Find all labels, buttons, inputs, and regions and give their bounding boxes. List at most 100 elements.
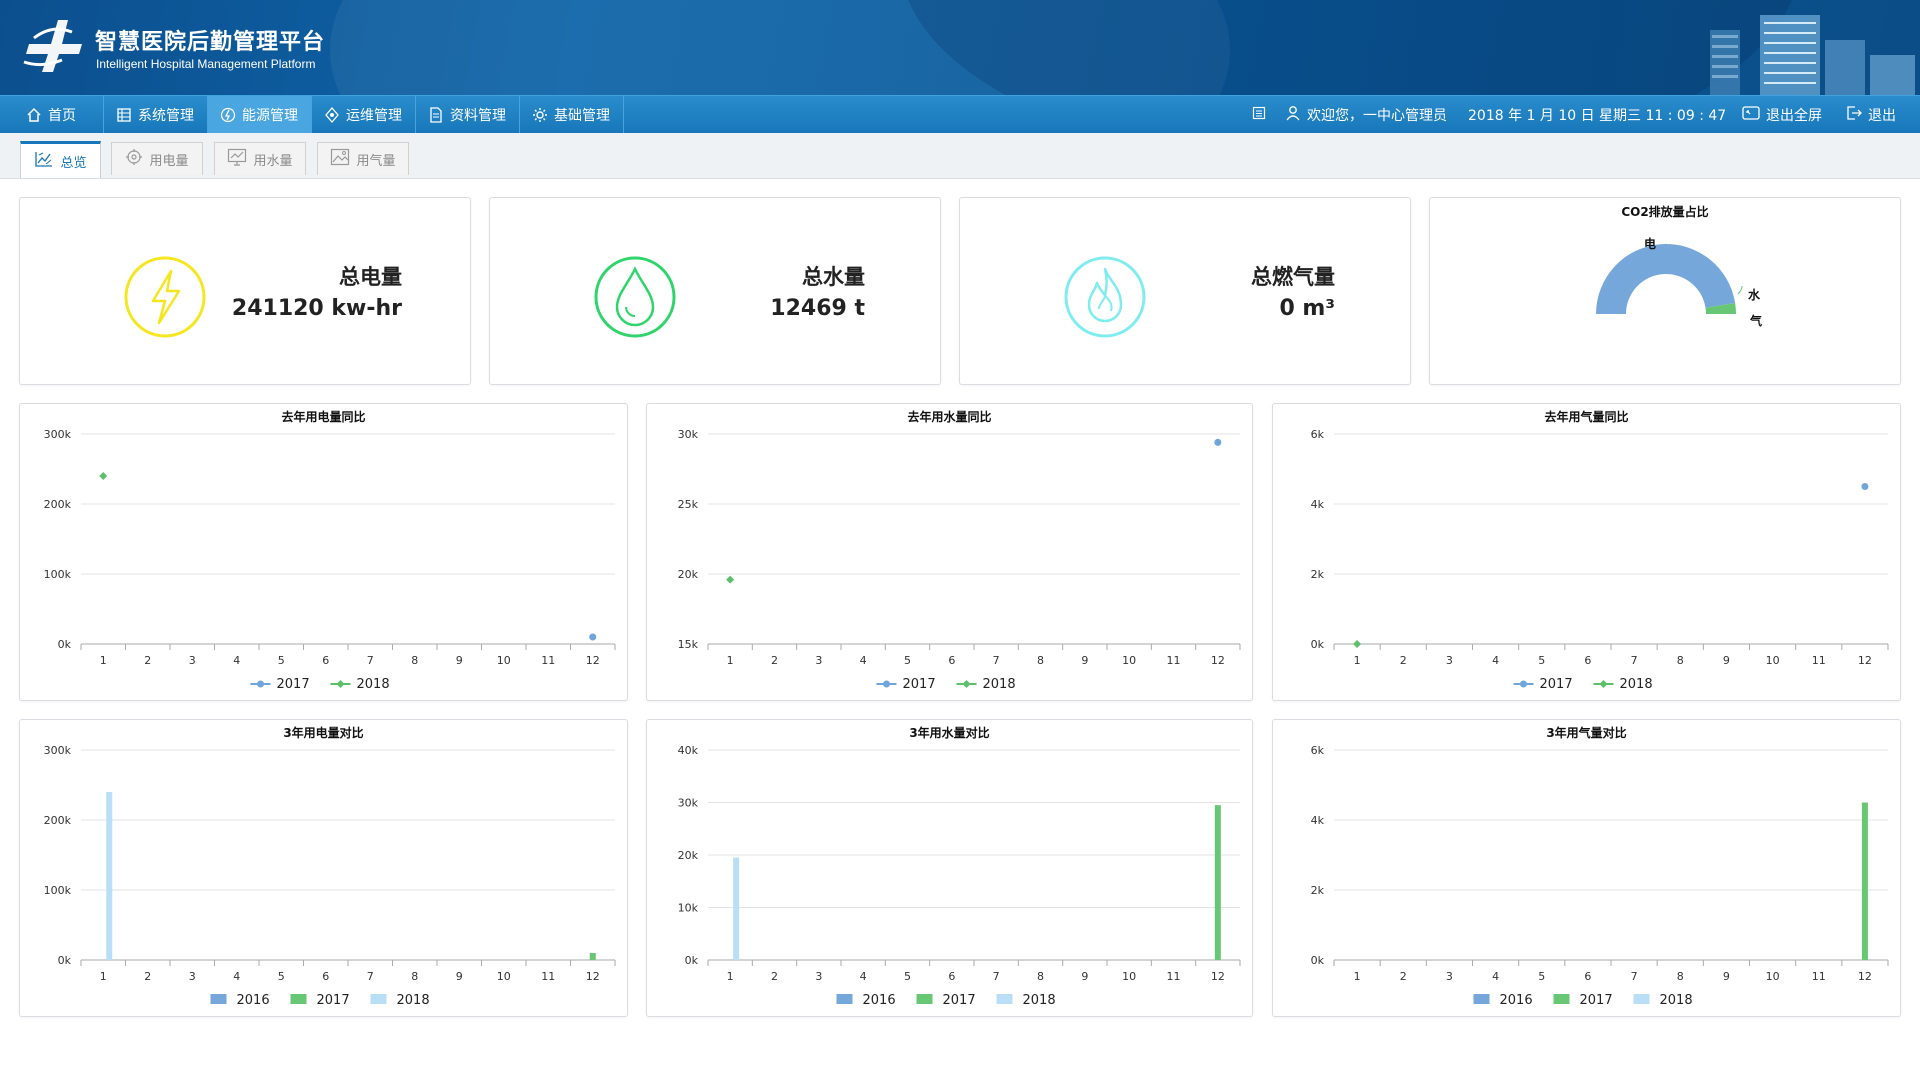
exit-fullscreen-label: 退出全屏 xyxy=(1766,108,1822,124)
kpi-label: 总燃气量 xyxy=(1251,265,1335,289)
notes-icon xyxy=(1252,106,1266,124)
nav-item-maintenance[interactable]: 运维管理 xyxy=(312,96,416,134)
nav-item-energy[interactable]: 能源管理 xyxy=(208,96,312,134)
kpi-label: 总电量 xyxy=(339,265,402,289)
data-point xyxy=(1214,438,1222,446)
x-tick-label: 2 xyxy=(144,654,151,667)
legend-label: 2018 xyxy=(983,677,1016,692)
main-nav: 首页 系统管理 能源管理 运维管理 资料管理 基础管理 欢迎您，一中心管理员 2… xyxy=(0,95,1920,134)
y-tick-label: 200k xyxy=(44,814,72,827)
tab-gas[interactable]: 用气量 xyxy=(317,142,409,175)
co2-label-electricity: 电 xyxy=(1644,236,1656,251)
x-tick-label: 10 xyxy=(1122,970,1136,983)
legend-marker xyxy=(962,680,971,688)
legend-marker xyxy=(1553,994,1570,1004)
tab-electricity[interactable]: 用电量 xyxy=(111,142,203,175)
y-tick-label: 0k xyxy=(685,954,699,967)
x-tick-label: 6 xyxy=(948,970,955,983)
x-tick-label: 5 xyxy=(278,970,285,983)
y-tick-label: 0k xyxy=(1311,638,1325,651)
logout-label: 退出 xyxy=(1868,108,1896,124)
datetime-text: 2018 年 1 月 10 日 星期三 11 : 09 : 47 xyxy=(1468,108,1727,124)
x-tick-label: 10 xyxy=(1122,654,1136,667)
home-icon xyxy=(26,107,42,123)
x-tick-label: 10 xyxy=(1766,654,1780,667)
x-tick-label: 10 xyxy=(1766,970,1780,983)
chart-title: 去年用电量同比 xyxy=(281,410,366,424)
kpi-card-gas: 总燃气量 0 m³ xyxy=(959,197,1411,385)
document-icon xyxy=(428,107,444,123)
y-tick-label: 0k xyxy=(58,954,72,967)
water-3yr-chart: 40k30k20k10k0k1 2 3 4 5 6 7 8 9 10 11 122016 2017 201… xyxy=(678,744,1241,1008)
nav-item-documents[interactable]: 资料管理 xyxy=(416,96,520,134)
legend-marker xyxy=(883,680,890,688)
logout-button[interactable]: 退出 xyxy=(1846,96,1896,134)
kpi-value: 12469 t xyxy=(770,296,865,321)
data-point xyxy=(1353,640,1362,648)
nav-item-label: 能源管理 xyxy=(242,108,298,124)
x-tick-label: 1 xyxy=(100,654,107,667)
tab-overview[interactable]: 总览 xyxy=(20,141,101,178)
water-yoy-chart: 30k25k20k15k1 2 3 4 5 6 7 8 9 10 11 122017 2018 xyxy=(678,428,1241,692)
x-tick-label: 1 xyxy=(1354,970,1361,983)
x-tick-label: 4 xyxy=(1492,654,1499,667)
nav-item-basic[interactable]: 基础管理 xyxy=(520,96,624,134)
x-tick-label: 2 xyxy=(771,970,778,983)
gear-icon xyxy=(532,107,548,123)
datetime-display: 2018 年 1 月 10 日 星期三 11 : 09 : 47 xyxy=(1468,96,1726,134)
tab-label: 用气量 xyxy=(356,153,396,169)
x-tick-label: 3 xyxy=(815,970,822,983)
x-tick-label: 3 xyxy=(1446,654,1453,667)
co2-segment-electricity xyxy=(1596,243,1736,314)
x-tick-label: 2 xyxy=(1400,970,1407,983)
app-header: 智慧医院后勤管理平台 Intelligent Hospital Manageme… xyxy=(0,0,1920,95)
x-tick-label: 7 xyxy=(367,970,374,983)
user-icon xyxy=(1285,105,1301,125)
legend-label: 2018 xyxy=(1620,677,1653,692)
x-tick-label: 9 xyxy=(1723,654,1730,667)
welcome-text: 欢迎您，一中心管理员 xyxy=(1307,108,1447,124)
x-tick-label: 4 xyxy=(1492,970,1499,983)
x-tick-label: 6 xyxy=(1584,970,1591,983)
legend-marker xyxy=(1633,994,1650,1004)
legend-marker xyxy=(996,994,1013,1004)
x-tick-label: 12 xyxy=(1211,970,1225,983)
tab-water[interactable]: 用水量 xyxy=(214,142,306,175)
x-tick-label: 9 xyxy=(456,654,463,667)
x-tick-label: 8 xyxy=(1037,970,1044,983)
x-tick-label: 6 xyxy=(322,654,329,667)
x-tick-label: 1 xyxy=(727,654,734,667)
kpi-value: 0 m³ xyxy=(1279,296,1335,321)
co2-card: CO2排放量占比 电 水 气 xyxy=(1429,197,1901,385)
x-tick-label: 3 xyxy=(189,654,196,667)
x-tick-label: 11 xyxy=(1812,970,1826,983)
exit-fullscreen-button[interactable]: 退出全屏 xyxy=(1742,96,1822,134)
y-tick-label: 4k xyxy=(1311,498,1325,511)
y-tick-label: 2k xyxy=(1311,568,1325,581)
x-tick-label: 9 xyxy=(1723,970,1730,983)
legend-label: 2017 xyxy=(317,993,350,1008)
nav-item-system[interactable]: 系统管理 xyxy=(104,96,208,134)
y-tick-label: 40k xyxy=(678,744,699,757)
legend-label: 2017 xyxy=(903,677,936,692)
notes-button[interactable] xyxy=(1252,96,1266,134)
nav-item-home[interactable]: 首页 xyxy=(14,96,104,134)
y-tick-label: 4k xyxy=(1311,814,1325,827)
x-tick-label: 8 xyxy=(1677,654,1684,667)
x-tick-label: 11 xyxy=(541,970,555,983)
chart-card-electricity-yoy: 去年用电量同比 300k 200k 100k 0k 1 2 3 4 5 6 7 8 9 10 11 12 201… xyxy=(19,403,628,701)
x-tick-label: 7 xyxy=(367,654,374,667)
x-tick-label: 5 xyxy=(904,970,911,983)
x-tick-label: 11 xyxy=(541,654,555,667)
x-tick-label: 3 xyxy=(189,970,196,983)
x-tick-label: 5 xyxy=(1538,970,1545,983)
y-tick-label: 2k xyxy=(1311,884,1325,897)
maintenance-icon xyxy=(324,107,340,123)
legend-label: 2018 xyxy=(1023,993,1056,1008)
x-tick-label: 5 xyxy=(904,654,911,667)
y-tick-label: 100k xyxy=(44,884,72,897)
y-tick-label: 0k xyxy=(1311,954,1325,967)
data-point xyxy=(726,575,735,584)
x-tick-label: 5 xyxy=(1538,654,1545,667)
legend-label: 2016 xyxy=(237,993,270,1008)
